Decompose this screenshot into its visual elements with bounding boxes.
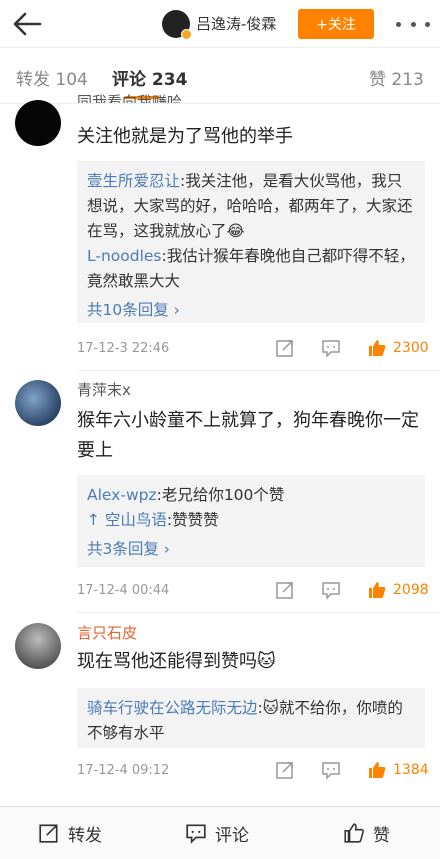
reply-author[interactable]: 骑车行驶在公路无际无边 — [87, 699, 258, 717]
repost-button[interactable]: 转发 — [38, 821, 102, 846]
like-count: 1384 — [393, 762, 429, 778]
tab-comments[interactable]: 评论 234 — [112, 65, 187, 90]
reply-author[interactable]: Alex-wpz — [87, 486, 157, 504]
thumbs-up-icon[interactable] — [367, 338, 387, 358]
reply-author[interactable]: 壹生所爱忍让 — [87, 172, 180, 190]
comment-text: 现在骂他还能得到赞吗🐱 — [77, 651, 276, 672]
author-name[interactable]: 吕逸涛-俊霖 — [196, 13, 276, 34]
tab-likes[interactable]: 赞 213 — [369, 65, 424, 90]
reply-box[interactable]: 壹生所爱忍让:我关注他，是看大伙骂他，我只想说，大家骂的好，哈哈哈，都两年了，大… — [77, 161, 425, 323]
repost-label: 转发 — [68, 825, 102, 846]
comment-button[interactable]: 评论 — [185, 821, 249, 846]
commenter-avatar[interactable] — [15, 100, 61, 146]
comment-icon[interactable] — [321, 338, 341, 358]
comment-divider — [77, 612, 440, 613]
like-count: 2300 — [393, 340, 429, 356]
verified-badge-icon — [181, 29, 192, 40]
reply-author[interactable]: L-noodles — [87, 247, 162, 265]
commenter-name[interactable]: 同我看向我赚哈 — [77, 91, 182, 103]
commenter-avatar[interactable] — [15, 380, 61, 426]
more-replies-link[interactable]: 共10条回复 › — [87, 298, 415, 323]
share-icon[interactable] — [275, 760, 295, 780]
reply-text: :老兄给你100个赞 — [156, 486, 285, 504]
thumbs-up-icon[interactable] — [367, 760, 387, 780]
comment-label: 评论 — [215, 825, 249, 846]
top-bar: 吕逸涛-俊霖 +关注 — [0, 0, 440, 48]
comment-icon[interactable] — [321, 580, 341, 600]
comment-divider — [77, 370, 440, 371]
repost-icon — [39, 824, 58, 843]
author-avatar[interactable] — [162, 10, 192, 40]
comment-date: 17-12-3 22:46 — [77, 341, 170, 356]
reply-box[interactable]: Alex-wpz:老兄给你100个赞 ↑ 空山鸟语:赞赞赞 共3条回复 › — [77, 475, 425, 567]
reply-item: L-noodles:我估计猴年春晚他自己都吓得不轻，竟然敢黑大大 — [87, 244, 415, 294]
thumbs-up-icon — [344, 823, 364, 843]
share-icon[interactable] — [275, 580, 295, 600]
comment-meta: 17-12-4 09:12 1384 — [77, 760, 429, 784]
commenter-avatar[interactable] — [15, 623, 61, 669]
reply-item: ↑ 空山鸟语:赞赞赞 — [87, 508, 415, 533]
follow-button[interactable]: +关注 — [298, 9, 374, 39]
bottom-action-bar: 转发 评论 赞 — [0, 806, 440, 859]
comment-date: 17-12-4 09:12 — [77, 763, 170, 778]
back-arrow-icon[interactable] — [10, 8, 44, 40]
comment-icon[interactable] — [321, 760, 341, 780]
comment-text: 猴年六小龄童不上就算了，狗年春晚你一定要上 — [77, 410, 419, 461]
comment-icon — [186, 824, 206, 844]
comment-date: 17-12-4 00:44 — [77, 583, 170, 598]
comment-meta: 17-12-4 00:44 2098 — [77, 580, 429, 604]
comment-meta: 17-12-3 22:46 2300 — [77, 338, 429, 362]
reply-author[interactable]: ↑ 空山鸟语 — [87, 511, 167, 529]
like-label: 赞 — [373, 825, 390, 846]
tab-bar: 转发 104 评论 234 赞 213 — [0, 48, 440, 104]
reply-item: 壹生所爱忍让:我关注他，是看大伙骂他，我只想说，大家骂的好，哈哈哈，都两年了，大… — [87, 169, 415, 244]
thumbs-up-icon[interactable] — [367, 580, 387, 600]
more-replies-link[interactable]: 共3条回复 › — [87, 537, 415, 562]
commenter-name[interactable]: 青萍末x — [77, 379, 131, 400]
tab-repost[interactable]: 转发 104 — [16, 65, 88, 90]
commenter-name[interactable]: 言只石皮 — [77, 622, 137, 643]
reply-text: :赞赞赞 — [166, 511, 219, 529]
comment-text: 关注他就是为了骂他的举手 — [77, 126, 293, 147]
reply-box[interactable]: 骑车行驶在公路无际无边:🐱就不给你，你喷的不够有水平 — [77, 688, 425, 748]
like-count: 2098 — [393, 582, 429, 598]
reply-item: 骑车行驶在公路无际无边:🐱就不给你，你喷的不够有水平 — [87, 696, 415, 746]
more-options-icon[interactable] — [396, 14, 430, 34]
like-button[interactable]: 赞 — [343, 821, 390, 846]
share-icon[interactable] — [275, 338, 295, 358]
reply-item: Alex-wpz:老兄给你100个赞 — [87, 483, 415, 508]
